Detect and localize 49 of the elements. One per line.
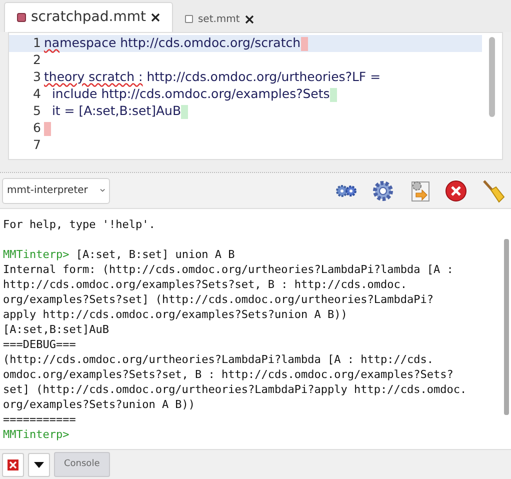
editor-tab[interactable]: set.mmt — [172, 6, 266, 32]
console-line: org/examples?Sets?union A B)) — [3, 397, 196, 412]
editor-tab[interactable]: scratchpad.mmt — [4, 2, 173, 32]
console-line: omdoc.org/examples?Sets?set, B : http://cds.omdoc.org/examples?Sets? — [3, 367, 454, 382]
console-line: ===DEBUG=== — [3, 337, 76, 352]
console-line: [A:set,B:set]AuB — [3, 322, 109, 337]
line-number: 6 — [32, 119, 42, 138]
line-number: 3 — [32, 68, 42, 86]
line-number: 4 — [32, 85, 42, 104]
line-number: 5 — [32, 102, 42, 120]
scrollbar-thumb[interactable] — [489, 37, 495, 117]
console-tab-button[interactable]: Console — [54, 452, 110, 477]
line-number: 7 — [32, 136, 42, 154]
tab-label: set.mmt — [198, 12, 240, 26]
interpreter-select[interactable]: mmt-interpreter — [2, 178, 110, 204]
gear-document-icon[interactable] — [409, 178, 431, 202]
console-command-text: [A:set, B:set] union A B — [74, 247, 235, 262]
stop-icon[interactable] — [445, 180, 467, 202]
console-line: (http://cds.omdoc.org/urtheories?LambdaPi?lambda [A : http://cds. — [3, 352, 434, 367]
close-icon[interactable] — [150, 13, 160, 22]
chevron-down-icon — [100, 187, 105, 194]
caret-icon — [34, 462, 44, 468]
console-line: =========== — [3, 412, 76, 427]
console-line: Internal form: (http://cds.omdoc.org/urtheories?LambdaPi?lambda [A : — [3, 262, 454, 277]
file-icon — [184, 15, 193, 23]
file-icon — [17, 13, 26, 22]
code-text: include http://cds.omdoc.org/examples?Sets — [50, 85, 330, 104]
code-text: http://cds.omdoc.org/urtheories?LF = — [146, 68, 381, 86]
prompt-text: MMTinterp> — [3, 427, 70, 442]
dropdown-button[interactable] — [28, 452, 50, 476]
prompt-text: MMTinterp> — [3, 247, 70, 262]
close-icon[interactable] — [244, 14, 254, 24]
line-number: 1 — [32, 34, 42, 52]
gear-icon[interactable] — [371, 178, 395, 202]
code-text: na — [44, 34, 60, 52]
console-line: org/examples?Sets?set] (http://cds.omdoc.org/urtheories?LambdaPi? — [3, 292, 434, 307]
scrollbar-thumb[interactable] — [504, 239, 508, 415]
code-text: mespace http://cds.omdoc.org/scratch — [60, 34, 301, 52]
broom-icon[interactable] — [481, 178, 505, 202]
terminate-button[interactable] — [2, 452, 24, 476]
console-line: http://cds.omdoc.org/examples?Sets?set, B : http://cds.omdoc. — [3, 277, 407, 292]
code-text: theory scratch : — [44, 68, 143, 86]
tab-label: scratchpad.mmt — [31, 8, 146, 27]
console-line: For help, type '!help'. — [3, 217, 156, 232]
line-number: 2 — [32, 51, 42, 70]
code-text: it = [A:set,B:set]AuB — [50, 102, 182, 120]
console-line: set] (http://cds.omdoc.org/urtheories?LambdaPi?apply http://cds.omdoc. — [3, 382, 467, 397]
close-icon — [7, 458, 19, 470]
console-line: apply http://cds.omdoc.org/examples?Sets?union A B)) — [3, 307, 348, 322]
